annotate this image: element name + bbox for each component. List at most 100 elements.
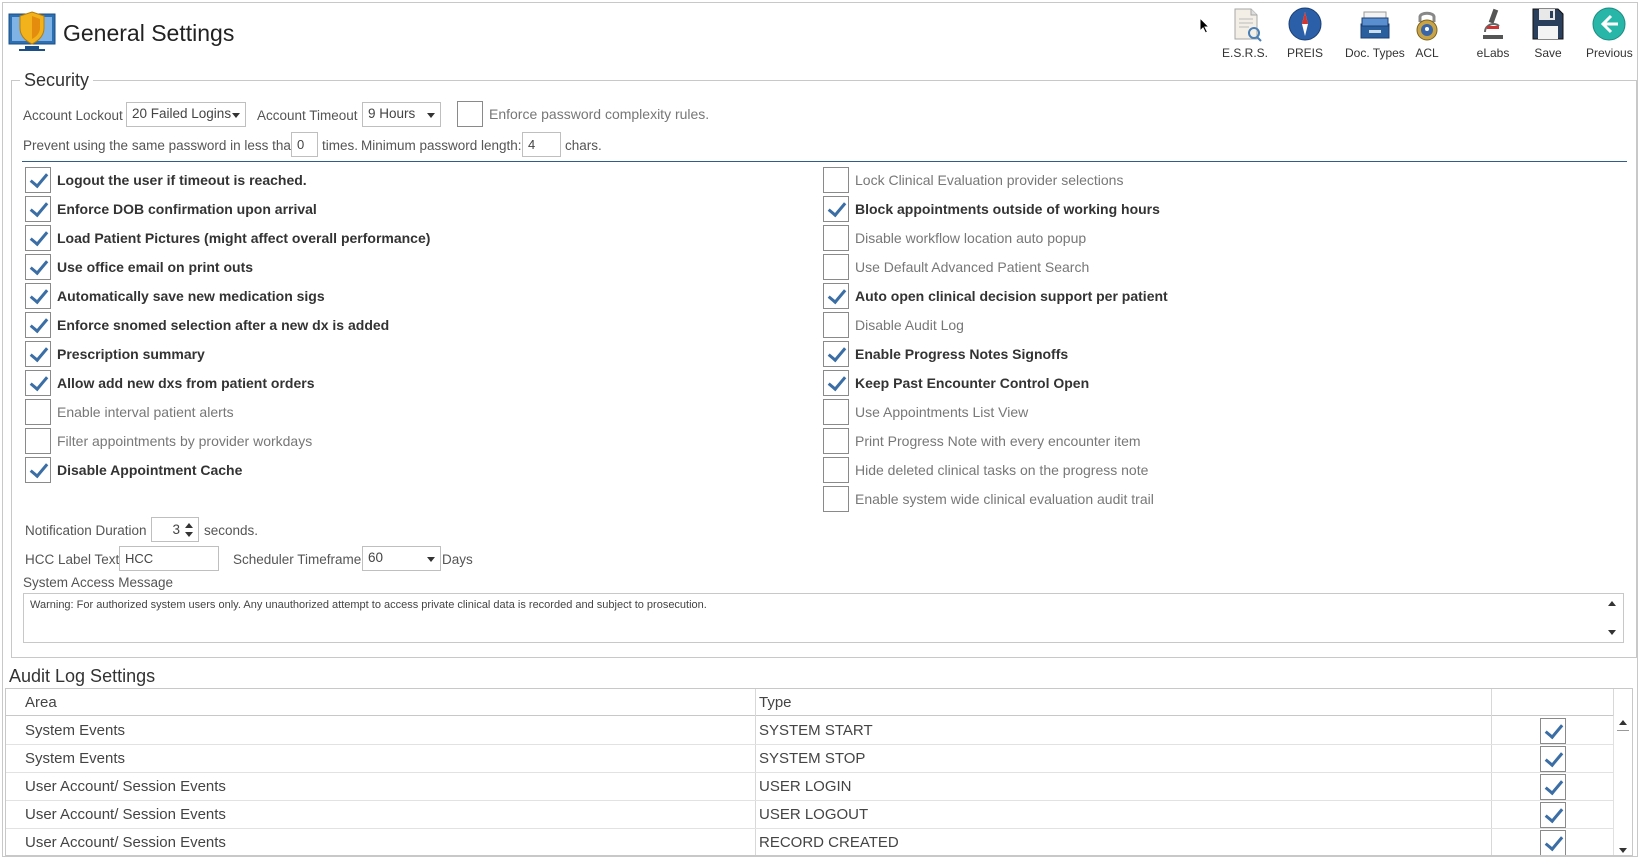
option-checkbox-row[interactable]: Disable Appointment Cache: [25, 457, 242, 483]
chars-label: chars.: [565, 138, 602, 153]
account-lockout-label: Account Lockout: [23, 108, 123, 123]
checkbox-checked[interactable]: [823, 196, 849, 222]
spin-up-icon[interactable]: [185, 523, 193, 528]
checkbox-checked[interactable]: [25, 341, 51, 367]
checkbox-box[interactable]: [457, 101, 483, 127]
mouse-pointer-icon: [1199, 17, 1211, 34]
checkbox-unchecked[interactable]: [823, 225, 849, 251]
cell-area: System Events: [25, 722, 126, 739]
scroll-down-icon[interactable]: [1608, 630, 1616, 635]
enabled-checkbox[interactable]: [1540, 830, 1566, 855]
spin-down-icon[interactable]: [185, 532, 193, 537]
checkbox-unchecked[interactable]: [25, 399, 51, 425]
cell-area: User Account/ Session Events: [25, 778, 226, 795]
checkbox-checked[interactable]: [25, 167, 51, 193]
option-checkbox-row[interactable]: Enforce DOB confirmation upon arrival: [25, 196, 317, 222]
checkbox-unchecked[interactable]: [25, 428, 51, 454]
notification-duration-stepper[interactable]: 3: [151, 517, 199, 542]
esrs-button[interactable]: E.S.R.S.: [1222, 6, 1268, 60]
scheduler-timeframe-dropdown[interactable]: 60: [362, 546, 441, 571]
checkbox-checked[interactable]: [823, 283, 849, 309]
option-checkbox-row[interactable]: Prescription summary: [25, 341, 205, 367]
prevent-reuse-input[interactable]: 0: [291, 132, 318, 157]
enabled-checkbox[interactable]: [1540, 718, 1566, 744]
enabled-checkbox[interactable]: [1540, 802, 1566, 828]
checkbox-unchecked[interactable]: [823, 399, 849, 425]
table-row[interactable]: System Events SYSTEM STOP: [6, 745, 1613, 773]
checkbox-checked[interactable]: [25, 370, 51, 396]
acl-button[interactable]: ACL: [1409, 6, 1445, 60]
save-button[interactable]: Save: [1530, 6, 1566, 60]
floppy-disk-icon: [1532, 8, 1564, 40]
checkbox-checked[interactable]: [25, 312, 51, 338]
option-checkbox-row[interactable]: Enable Progress Notes Signoffs: [823, 341, 1068, 367]
option-checkbox-row[interactable]: Print Progress Note with every encounter…: [823, 428, 1141, 454]
checkbox-unchecked[interactable]: [823, 457, 849, 483]
checkbox-checked[interactable]: [25, 254, 51, 280]
min-length-input[interactable]: 4: [522, 132, 561, 157]
option-label: Disable workflow location auto popup: [855, 230, 1087, 246]
option-label: Load Patient Pictures (might affect over…: [57, 230, 431, 246]
option-checkbox-row[interactable]: Keep Past Encounter Control Open: [823, 370, 1089, 396]
grid-scrollbar[interactable]: [1613, 716, 1632, 855]
column-header-area[interactable]: Area: [25, 694, 57, 711]
option-checkbox-row[interactable]: Allow add new dxs from patient orders: [25, 370, 314, 396]
checkbox-checked[interactable]: [823, 341, 849, 367]
table-row[interactable]: User Account/ Session Events USER LOGIN: [6, 773, 1613, 801]
account-timeout-dropdown[interactable]: 9 Hours: [362, 102, 441, 127]
previous-button[interactable]: Previous: [1586, 6, 1633, 60]
checkbox-unchecked[interactable]: [823, 428, 849, 454]
checkbox-unchecked[interactable]: [823, 167, 849, 193]
preis-button[interactable]: PREIS: [1287, 6, 1323, 60]
option-checkbox-row[interactable]: Use Appointments List View: [823, 399, 1028, 425]
cell-type: RECORD CREATED: [759, 834, 899, 851]
option-checkbox-row[interactable]: Enforce snomed selection after a new dx …: [25, 312, 389, 338]
checkbox-unchecked[interactable]: [823, 254, 849, 280]
option-checkbox-row[interactable]: Hide deleted clinical tasks on the progr…: [823, 457, 1148, 483]
option-label: Block appointments outside of working ho…: [855, 201, 1160, 217]
scroll-thumb[interactable]: [1617, 730, 1629, 731]
scroll-down-icon[interactable]: [1619, 848, 1627, 853]
checkbox-unchecked[interactable]: [823, 486, 849, 512]
toolbar-label: ACL: [1415, 46, 1439, 60]
hcc-label-input[interactable]: HCC: [119, 546, 219, 571]
system-access-message-input[interactable]: Warning: For authorized system users onl…: [23, 593, 1624, 643]
security-legend: Security: [20, 70, 94, 91]
compass-icon: [1288, 7, 1322, 41]
checkbox-checked[interactable]: [25, 225, 51, 251]
option-checkbox-row[interactable]: Filter appointments by provider workdays: [25, 428, 312, 454]
option-checkbox-row[interactable]: Lock Clinical Evaluation provider select…: [823, 167, 1123, 193]
option-checkbox-row[interactable]: Disable workflow location auto popup: [823, 225, 1086, 251]
account-lockout-dropdown[interactable]: 20 Failed Logins: [126, 102, 246, 127]
elabs-button[interactable]: eLabs: [1475, 6, 1511, 60]
checkbox-checked[interactable]: [823, 370, 849, 396]
table-row[interactable]: User Account/ Session Events USER LOGOUT: [6, 801, 1613, 829]
table-row[interactable]: System Events SYSTEM START: [6, 717, 1613, 745]
option-checkbox-row[interactable]: Enable system wide clinical evaluation a…: [823, 486, 1154, 512]
checkbox-checked[interactable]: [25, 196, 51, 222]
option-label: Disable Audit Log: [855, 317, 964, 333]
table-row[interactable]: User Account/ Session Events RECORD CREAT…: [6, 829, 1613, 855]
scroll-up-icon[interactable]: [1608, 601, 1616, 606]
enabled-checkbox[interactable]: [1540, 746, 1566, 772]
option-checkbox-row[interactable]: Use Default Advanced Patient Search: [823, 254, 1089, 280]
enforce-complexity-checkbox[interactable]: Enforce password complexity rules.: [457, 101, 709, 127]
scroll-up-icon[interactable]: [1619, 720, 1627, 725]
option-checkbox-row[interactable]: Logout the user if timeout is reached.: [25, 167, 307, 193]
option-checkbox-row[interactable]: Automatically save new medication sigs: [25, 283, 325, 309]
grid-header: Area Type: [6, 689, 1613, 716]
enabled-checkbox[interactable]: [1540, 774, 1566, 800]
column-header-type[interactable]: Type: [759, 694, 792, 711]
checkbox-unchecked[interactable]: [823, 312, 849, 338]
option-checkbox-row[interactable]: Enable interval patient alerts: [25, 399, 234, 425]
option-checkbox-row[interactable]: Load Patient Pictures (might affect over…: [25, 225, 430, 251]
checkbox-checked[interactable]: [25, 283, 51, 309]
option-checkbox-row[interactable]: Disable Audit Log: [823, 312, 964, 338]
option-checkbox-row[interactable]: Block appointments outside of working ho…: [823, 196, 1160, 222]
checkbox-checked[interactable]: [25, 457, 51, 483]
doc-types-button[interactable]: Doc. Types: [1345, 6, 1405, 60]
padlock-icon: [1416, 11, 1438, 41]
cell-area: System Events: [25, 750, 126, 767]
option-checkbox-row[interactable]: Use office email on print outs: [25, 254, 253, 280]
option-checkbox-row[interactable]: Auto open clinical decision support per …: [823, 283, 1168, 309]
